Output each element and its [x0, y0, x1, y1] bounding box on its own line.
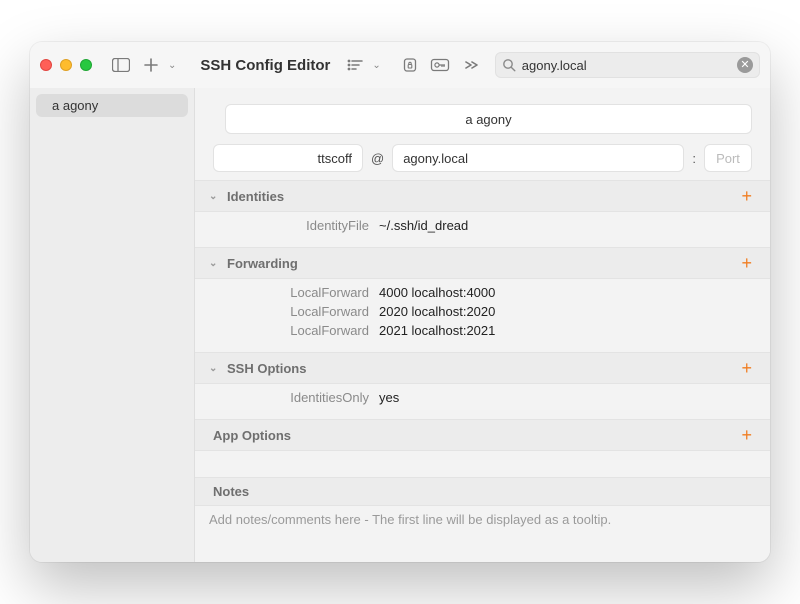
app-window: ⌄ SSH Config Editor ⌄ ✕ — [30, 42, 770, 562]
forward-row[interactable]: LocalForward 2020 localhost:2020 — [209, 302, 756, 321]
sidebar-item-host[interactable]: a agony — [36, 94, 188, 117]
sort-button[interactable] — [344, 54, 366, 76]
add-app-option-button[interactable]: + — [737, 426, 756, 444]
kv-value: ~/.ssh/id_dread — [379, 218, 468, 233]
host-name-input[interactable] — [225, 104, 752, 134]
kv-key: IdentityFile — [209, 218, 369, 233]
add-ssh-option-button[interactable]: + — [737, 359, 756, 377]
chevron-down-icon: ⌄ — [209, 258, 221, 269]
kv-key: IdentitiesOnly — [209, 390, 369, 405]
window-controls — [40, 59, 92, 71]
window-body: a agony @ : ⌄ — [30, 88, 770, 562]
kv-value: 4000 localhost:4000 — [379, 285, 495, 300]
sidebar-toggle-button[interactable] — [110, 54, 132, 76]
port-colon: : — [692, 151, 696, 166]
section-title: App Options — [213, 428, 731, 443]
search-clear-button[interactable]: ✕ — [737, 57, 753, 73]
section-title: Notes — [213, 484, 756, 499]
sidebar: a agony — [30, 88, 195, 562]
chevron-down-icon: ⌄ — [209, 191, 221, 202]
section-title: SSH Options — [227, 361, 731, 376]
lock-button[interactable] — [399, 54, 421, 76]
section-notes-header: Notes — [195, 477, 770, 506]
host-header: @ : — [195, 88, 770, 180]
forward-row[interactable]: LocalForward 4000 localhost:4000 — [209, 283, 756, 302]
window-zoom-button[interactable] — [80, 59, 92, 71]
host-address-input[interactable] — [392, 144, 684, 172]
search-icon — [502, 58, 516, 72]
kv-value: 2020 localhost:2020 — [379, 304, 495, 319]
at-symbol: @ — [371, 151, 384, 166]
notes-textarea[interactable]: Add notes/comments here - The first line… — [209, 512, 756, 562]
forward-row[interactable]: LocalForward 2021 localhost:2021 — [209, 321, 756, 340]
host-port-input[interactable] — [704, 144, 752, 172]
new-host-menu-chevron-icon[interactable]: ⌄ — [168, 60, 176, 71]
kv-key: LocalForward — [209, 323, 369, 338]
sort-menu-chevron-icon[interactable]: ⌄ — [372, 60, 380, 71]
section-ssh-options: ⌄ SSH Options + IdentitiesOnly yes — [195, 352, 770, 419]
kv-value: yes — [379, 390, 399, 405]
kv-key: LocalForward — [209, 304, 369, 319]
search-input[interactable] — [522, 58, 731, 73]
window-minimize-button[interactable] — [60, 59, 72, 71]
add-forwarding-button[interactable]: + — [737, 254, 756, 272]
section-notes: Notes Add notes/comments here - The firs… — [195, 477, 770, 562]
section-title: Identities — [227, 189, 731, 204]
key-button[interactable] — [429, 54, 451, 76]
section-identities-header[interactable]: ⌄ Identities + — [195, 180, 770, 212]
main-pane: @ : ⌄ Identities + IdentityFile ~/.ssh/i… — [195, 88, 770, 562]
sidebar-item-label: a agony — [52, 98, 98, 113]
sshopt-row[interactable]: IdentitiesOnly yes — [209, 388, 756, 407]
section-app-options-header[interactable]: App Options + — [195, 419, 770, 451]
app-title: SSH Config Editor — [200, 57, 330, 74]
section-forwarding: ⌄ Forwarding + LocalForward 4000 localho… — [195, 247, 770, 352]
kv-value: 2021 localhost:2021 — [379, 323, 495, 338]
search-field[interactable]: ✕ — [495, 52, 760, 78]
section-forwarding-header[interactable]: ⌄ Forwarding + — [195, 247, 770, 279]
titlebar: ⌄ SSH Config Editor ⌄ ✕ — [30, 42, 770, 88]
toolbar-overflow-button[interactable] — [459, 54, 481, 76]
identity-row[interactable]: IdentityFile ~/.ssh/id_dread — [209, 216, 756, 235]
host-user-input[interactable] — [213, 144, 363, 172]
section-title: Forwarding — [227, 256, 731, 271]
section-app-options: App Options + — [195, 419, 770, 477]
add-identity-button[interactable]: + — [737, 187, 756, 205]
new-host-button[interactable] — [140, 54, 162, 76]
section-ssh-options-header[interactable]: ⌄ SSH Options + — [195, 352, 770, 384]
chevron-down-icon: ⌄ — [209, 363, 221, 374]
kv-key: LocalForward — [209, 285, 369, 300]
window-close-button[interactable] — [40, 59, 52, 71]
section-identities: ⌄ Identities + IdentityFile ~/.ssh/id_dr… — [195, 180, 770, 247]
